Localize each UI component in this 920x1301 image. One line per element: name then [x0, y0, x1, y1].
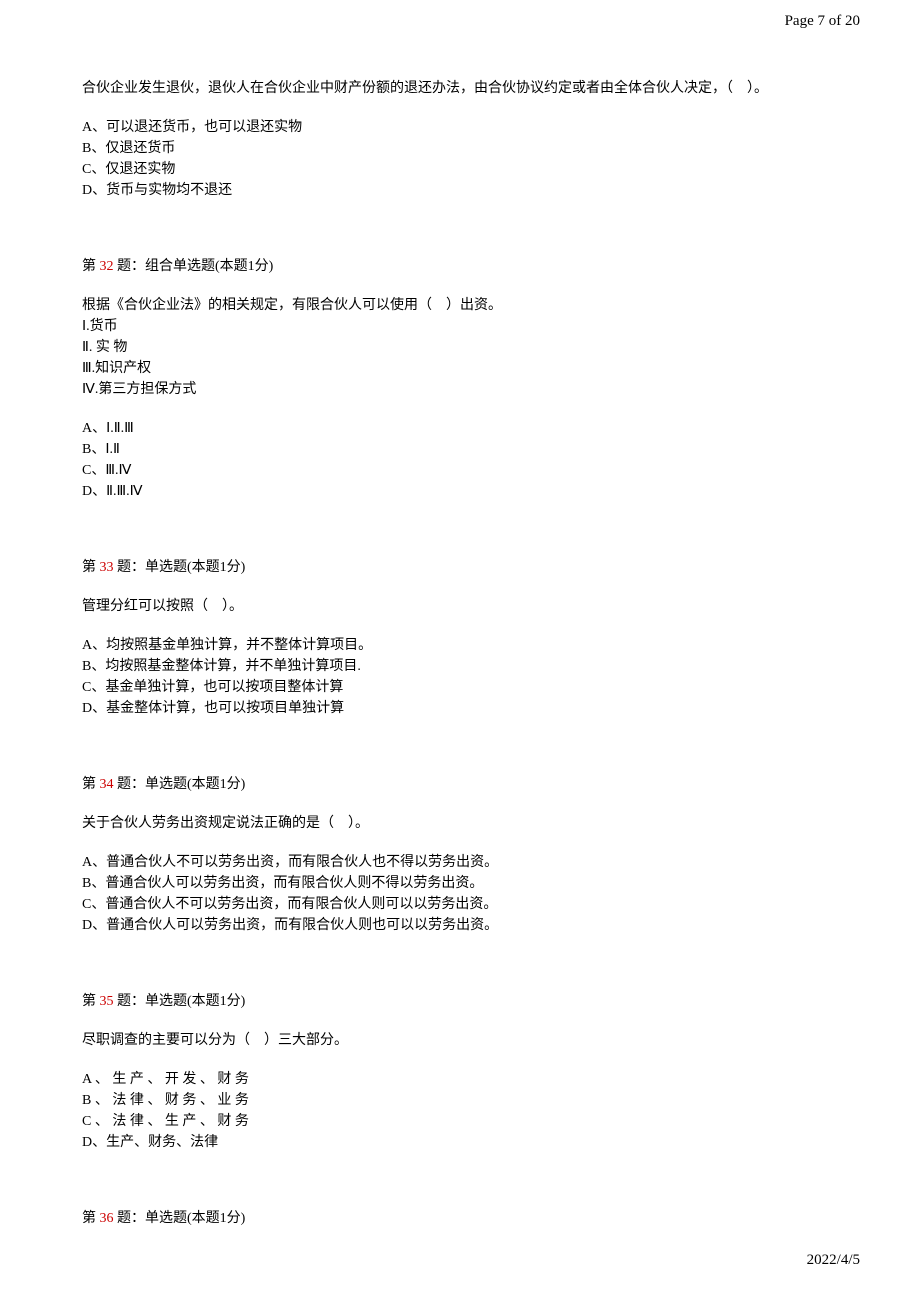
question-prefix: 第 — [82, 1211, 100, 1226]
question-text: 管理分红可以按照（ ）。 — [82, 596, 842, 617]
page-footer: 2022/4/5 — [807, 1249, 860, 1272]
question-item-3: Ⅲ.知识产权 — [82, 358, 842, 379]
option-b: B、仅退还货币 — [82, 138, 842, 159]
question-suffix: 题：单选题(本题1分) — [114, 560, 246, 575]
question-36: 第 36 题：单选题(本题1分) — [82, 1208, 842, 1229]
option-b: B、Ⅰ.Ⅱ — [82, 439, 842, 460]
question-34-stem: 关于合伙人劳务出资规定说法正确的是（ ）。 — [82, 813, 842, 834]
question-suffix: 题：单选题(本题1分) — [114, 994, 246, 1009]
question-prefix: 第 — [82, 994, 100, 1009]
question-34-options: A、普通合伙人不可以劳务出资，而有限合伙人也不得以劳务出资。 B、普通合伙人可以… — [82, 852, 842, 936]
question-33-heading: 第 33 题：单选题(本题1分) — [82, 557, 842, 578]
question-35-stem: 尽职调查的主要可以分为（ ）三大部分。 — [82, 1030, 842, 1051]
question-35-options: A 、 生 产 、 开 发 、 财 务 B 、 法 律 、 财 务 、 业 务 … — [82, 1069, 842, 1153]
question-35-heading: 第 35 题：单选题(本题1分) — [82, 991, 842, 1012]
question-36-heading: 第 36 题：单选题(本题1分) — [82, 1208, 842, 1229]
option-a: A、可以退还货币，也可以退还实物 — [82, 117, 842, 138]
question-number: 35 — [100, 994, 114, 1009]
option-a: A 、 生 产 、 开 发 、 财 务 — [82, 1069, 842, 1090]
option-c: C、基金单独计算，也可以按项目整体计算 — [82, 677, 842, 698]
question-text: 关于合伙人劳务出资规定说法正确的是（ ）。 — [82, 813, 842, 834]
question-item-1: Ⅰ.货币 — [82, 316, 842, 337]
question-32-options: A、Ⅰ.Ⅱ.Ⅲ B、Ⅰ.Ⅱ C、Ⅲ.Ⅳ D、Ⅱ.Ⅲ.Ⅳ — [82, 418, 842, 502]
question-31-partial: 合伙企业发生退伙，退伙人在合伙企业中财产份额的退还办法，由合伙协议约定或者由全体… — [82, 78, 842, 201]
question-34: 第 34 题：单选题(本题1分) 关于合伙人劳务出资规定说法正确的是（ ）。 A… — [82, 774, 842, 936]
option-d: D、生产、财务、法律 — [82, 1132, 842, 1153]
question-prefix: 第 — [82, 259, 100, 274]
question-prefix: 第 — [82, 560, 100, 575]
question-31-options: A、可以退还货币，也可以退还实物 B、仅退还货币 C、仅退还实物 D、货币与实物… — [82, 117, 842, 201]
page-header: Page 7 of 20 — [785, 10, 860, 33]
question-33-options: A、均按照基金单独计算，并不整体计算项目。 B、均按照基金整体计算，并不单独计算… — [82, 635, 842, 719]
option-c: C、普通合伙人不可以劳务出资，而有限合伙人则可以以劳务出资。 — [82, 894, 842, 915]
question-number: 36 — [100, 1211, 114, 1226]
question-34-heading: 第 34 题：单选题(本题1分) — [82, 774, 842, 795]
option-b: B、均按照基金整体计算，并不单独计算项目. — [82, 656, 842, 677]
question-number: 33 — [100, 560, 114, 575]
question-text: 尽职调查的主要可以分为（ ）三大部分。 — [82, 1030, 842, 1051]
option-a: A、Ⅰ.Ⅱ.Ⅲ — [82, 418, 842, 439]
question-item-4: Ⅳ.第三方担保方式 — [82, 379, 842, 400]
question-33-stem: 管理分红可以按照（ ）。 — [82, 596, 842, 617]
question-suffix: 题：单选题(本题1分) — [114, 777, 246, 792]
option-b: B、普通合伙人可以劳务出资，而有限合伙人则不得以劳务出资。 — [82, 873, 842, 894]
question-35: 第 35 题：单选题(本题1分) 尽职调查的主要可以分为（ ）三大部分。 A 、… — [82, 991, 842, 1153]
option-d: D、Ⅱ.Ⅲ.Ⅳ — [82, 481, 842, 502]
question-text: 合伙企业发生退伙，退伙人在合伙企业中财产份额的退还办法，由合伙协议约定或者由全体… — [82, 78, 842, 99]
question-text: 根据《合伙企业法》的相关规定，有限合伙人可以使用（ ）出资。 — [82, 295, 842, 316]
question-suffix: 题：单选题(本题1分) — [114, 1211, 246, 1226]
option-c: C、Ⅲ.Ⅳ — [82, 460, 842, 481]
question-32-stem: 根据《合伙企业法》的相关规定，有限合伙人可以使用（ ）出资。 Ⅰ.货币 Ⅱ. 实… — [82, 295, 842, 400]
page-content: 合伙企业发生退伙，退伙人在合伙企业中财产份额的退还办法，由合伙协议约定或者由全体… — [82, 78, 842, 1284]
question-number: 34 — [100, 777, 114, 792]
option-c: C 、 法 律 、 生 产 、 财 务 — [82, 1111, 842, 1132]
question-number: 32 — [100, 259, 114, 274]
question-prefix: 第 — [82, 777, 100, 792]
option-a: A、均按照基金单独计算，并不整体计算项目。 — [82, 635, 842, 656]
option-d: D、货币与实物均不退还 — [82, 180, 842, 201]
question-32-heading: 第 32 题：组合单选题(本题1分) — [82, 256, 842, 277]
option-d: D、普通合伙人可以劳务出资，而有限合伙人则也可以以劳务出资。 — [82, 915, 842, 936]
page-number: Page 7 of 20 — [785, 13, 860, 29]
footer-date: 2022/4/5 — [807, 1252, 860, 1268]
question-31-stem: 合伙企业发生退伙，退伙人在合伙企业中财产份额的退还办法，由合伙协议约定或者由全体… — [82, 78, 842, 99]
question-item-2: Ⅱ. 实 物 — [82, 337, 842, 358]
question-33: 第 33 题：单选题(本题1分) 管理分红可以按照（ ）。 A、均按照基金单独计… — [82, 557, 842, 719]
option-c: C、仅退还实物 — [82, 159, 842, 180]
option-d: D、基金整体计算，也可以按项目单独计算 — [82, 698, 842, 719]
question-suffix: 题：组合单选题(本题1分) — [114, 259, 274, 274]
question-32: 第 32 题：组合单选题(本题1分) 根据《合伙企业法》的相关规定，有限合伙人可… — [82, 256, 842, 502]
option-b: B 、 法 律 、 财 务 、 业 务 — [82, 1090, 842, 1111]
option-a: A、普通合伙人不可以劳务出资，而有限合伙人也不得以劳务出资。 — [82, 852, 842, 873]
